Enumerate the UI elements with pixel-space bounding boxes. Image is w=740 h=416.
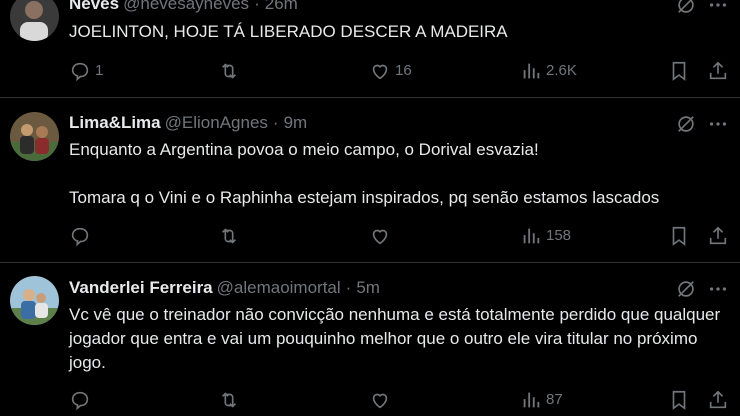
tweet-header: Lima&Lima @ElionAgnes · 9m (69, 113, 307, 133)
separator-dot: · (254, 0, 260, 13)
bookmark-icon[interactable] (668, 60, 690, 82)
tweet[interactable]: Lima&Lima @ElionAgnes · 9m Enquanto a Argen… (0, 98, 740, 262)
avatar[interactable] (10, 276, 59, 325)
views-icon[interactable] (520, 225, 542, 247)
author-handle[interactable]: @alemaoimortal (217, 278, 341, 297)
retweet-icon[interactable] (218, 60, 240, 82)
author-name[interactable]: Lima&Lima (69, 113, 161, 132)
more-icon[interactable] (707, 0, 729, 16)
author-name[interactable]: Neves (69, 0, 119, 13)
share-icon[interactable] (707, 60, 729, 82)
tweet-text: JOELINTON, HOJE TÁ LIBERADO DESCER A MAD… (69, 22, 508, 41)
reply-icon[interactable] (69, 389, 91, 411)
avatar[interactable] (10, 0, 59, 41)
tweet-text: Enquanto a Argentina povoa o meio campo,… (69, 140, 660, 207)
tweet-header: Vanderlei Ferreira @alemaoimortal · 5m (69, 278, 380, 298)
tweet[interactable]: Vanderlei Ferreira @alemaoimortal · 5m Vc v… (0, 263, 740, 416)
avatar[interactable] (10, 112, 59, 161)
bookmark-icon[interactable] (668, 225, 690, 247)
views-count: 158 (546, 227, 572, 244)
share-icon[interactable] (707, 225, 729, 247)
tweet-header: Neves @nevesayneves · 26m (69, 0, 298, 14)
timestamp[interactable]: 26m (265, 0, 298, 13)
like-icon[interactable] (369, 389, 391, 411)
tweet-text: Vc vê que o treinador não convicção nenh… (69, 305, 721, 372)
retweet-icon[interactable] (218, 389, 240, 411)
tweet[interactable]: Neves @nevesayneves · 26m JOELINTON, HOJE T… (0, 0, 740, 97)
author-handle[interactable]: @ElionAgnes (165, 113, 268, 132)
views-icon[interactable] (520, 389, 542, 411)
timestamp[interactable]: 9m (284, 113, 308, 132)
author-handle[interactable]: @nevesayneves (123, 0, 249, 13)
timestamp[interactable]: 5m (356, 278, 380, 297)
grok-icon[interactable] (675, 113, 697, 135)
like-count: 16 (395, 62, 412, 79)
views-count: 87 (546, 391, 563, 408)
reply-count: 1 (95, 62, 104, 79)
retweet-icon[interactable] (218, 225, 240, 247)
author-name[interactable]: Vanderlei Ferreira (69, 278, 213, 297)
more-icon[interactable] (707, 278, 729, 300)
separator-dot: · (272, 113, 279, 132)
bookmark-icon[interactable] (668, 389, 690, 411)
reply-icon[interactable] (69, 225, 91, 247)
grok-icon[interactable] (675, 0, 697, 16)
more-icon[interactable] (707, 113, 729, 135)
like-icon[interactable] (369, 225, 391, 247)
reply-icon[interactable] (69, 60, 91, 82)
grok-icon[interactable] (675, 278, 697, 300)
share-icon[interactable] (707, 389, 729, 411)
like-icon[interactable] (369, 60, 391, 82)
views-count: 2.6K (546, 62, 577, 79)
views-icon[interactable] (520, 60, 542, 82)
separator-dot: · (345, 278, 352, 297)
